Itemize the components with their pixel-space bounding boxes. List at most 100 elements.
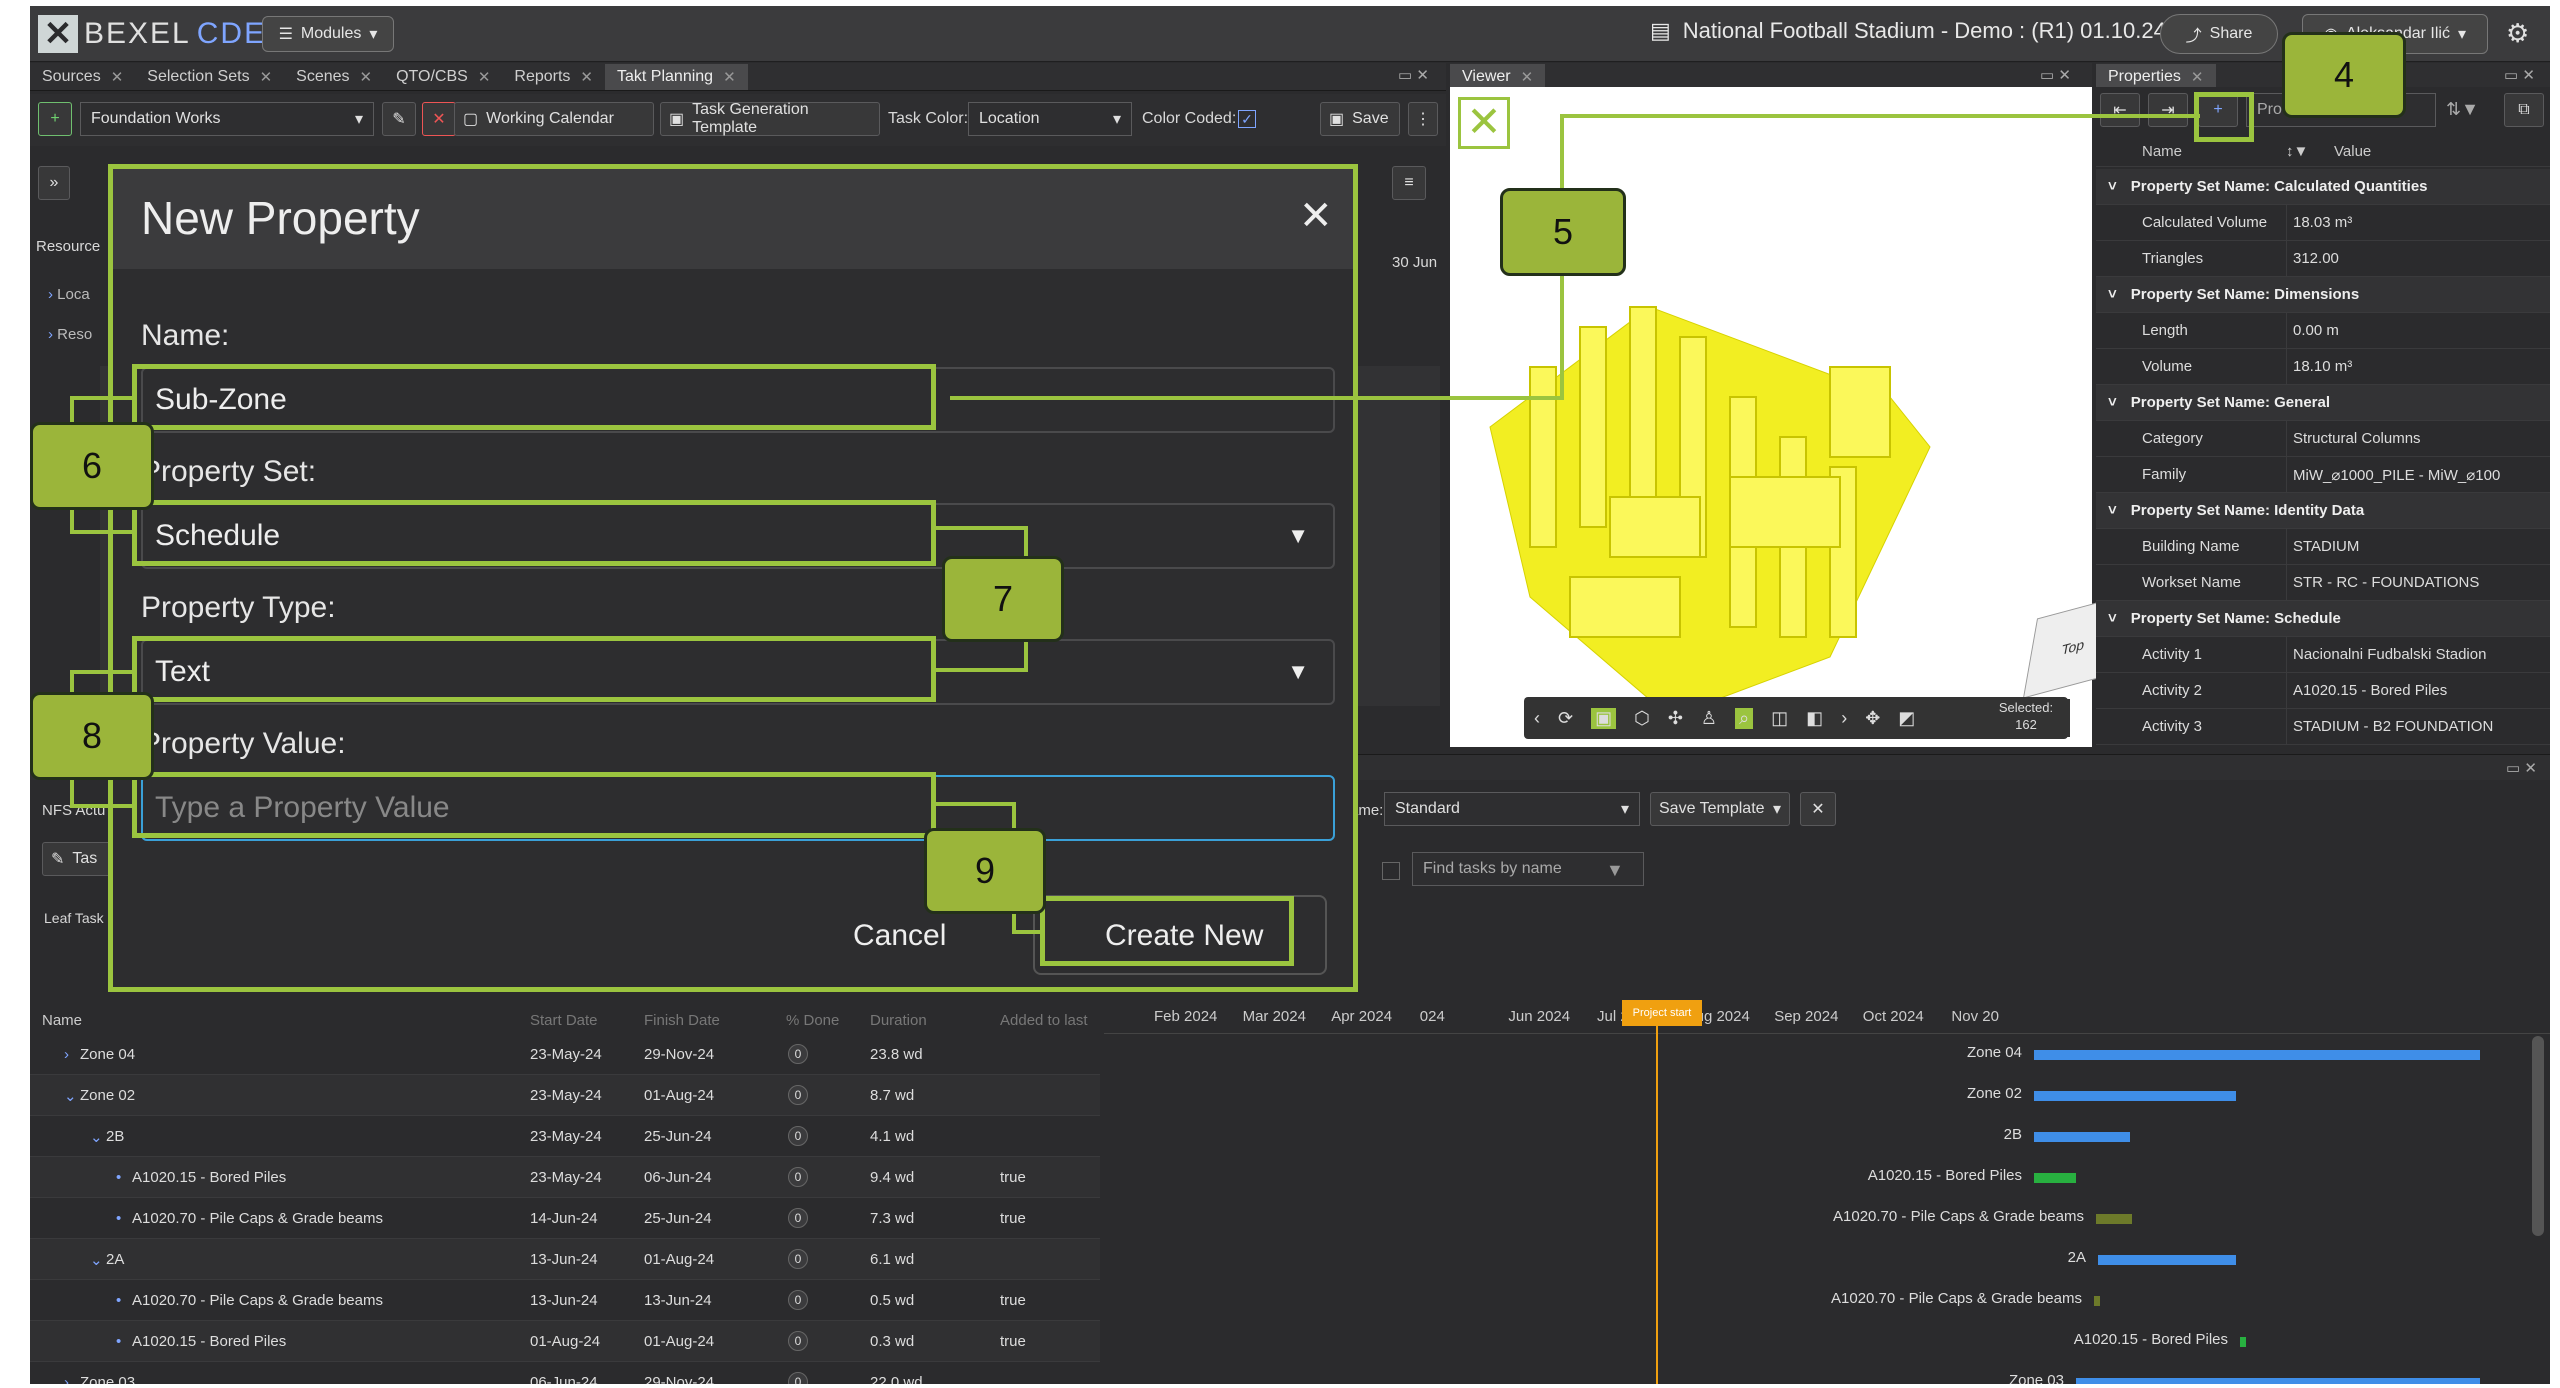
- task-row[interactable]: • A1020.15 - Bored Piles 23-May-24 06-Jun-2…: [30, 1157, 1100, 1198]
- property-group[interactable]: ˅ Property Set Name: Calculated Quantitie…: [2096, 169, 2550, 205]
- chevron-down-icon[interactable]: ˅: [2108, 610, 2117, 627]
- walk-icon[interactable]: ♙: [1701, 708, 1717, 729]
- property-row[interactable]: Category Structural Columns: [2096, 421, 2550, 457]
- task-row[interactable]: ⌄ 2A 13-Jun-24 01-Aug-24 6.1 wd 0: [30, 1239, 1100, 1280]
- viewer-panel-controls[interactable]: ▭ ✕: [2040, 66, 2071, 84]
- property-row[interactable]: Activity 1 Nacionalni Fudbalski Stadion: [2096, 637, 2550, 673]
- task-row[interactable]: • A1020.70 - Pile Caps & Grade beams 14-Ju…: [30, 1198, 1100, 1239]
- task-row[interactable]: • A1020.15 - Bored Piles 01-Aug-24 01-Aug-2…: [30, 1321, 1100, 1362]
- gantt-bar[interactable]: [2034, 1050, 2480, 1060]
- property-row[interactable]: Length 0.00 m: [2096, 313, 2550, 349]
- property-group[interactable]: ˅ Property Set Name: Schedule: [2096, 601, 2550, 637]
- box-icon[interactable]: ⬡: [1634, 708, 1650, 729]
- properties-panel-controls[interactable]: ▭ ✕: [2504, 66, 2535, 84]
- chevron-down-icon[interactable]: ˅: [2108, 286, 2117, 303]
- share-button[interactable]: ⤴ Share: [2160, 14, 2278, 54]
- gantt-bar[interactable]: [2034, 1132, 2130, 1142]
- collapse-all-icon[interactable]: ⇤: [2100, 93, 2140, 127]
- close-icon[interactable]: ✕: [111, 68, 124, 86]
- save-button[interactable]: ▣ Save: [1320, 102, 1400, 136]
- tab-sources[interactable]: Sources ✕: [30, 64, 135, 90]
- close-icon[interactable]: ✕: [360, 68, 373, 86]
- tree-item-resource[interactable]: › Reso: [48, 326, 92, 343]
- working-calendar-button[interactable]: ▢ Working Calendar: [454, 102, 654, 136]
- filter-icon[interactable]: ▼: [1606, 860, 1624, 881]
- tab-takt-planning[interactable]: Takt Planning ✕: [605, 63, 748, 90]
- template-select[interactable]: Standard ▾: [1384, 792, 1640, 826]
- property-row[interactable]: Family MiW_⌀1000_PILE - MiW_⌀100: [2096, 457, 2550, 493]
- close-icon[interactable]: ✕: [478, 68, 491, 86]
- task-template-button[interactable]: ▣ Task Generation Template: [660, 101, 880, 136]
- chevron-down-icon[interactable]: ⌄: [64, 1087, 77, 1105]
- modules-button[interactable]: ☰ Modules ▾: [262, 16, 394, 52]
- select-all-checkbox[interactable]: [1382, 862, 1400, 880]
- panel-controls[interactable]: ▭ ✕: [1398, 66, 1429, 84]
- menu-icon[interactable]: ≡: [1392, 166, 1426, 200]
- zoom-icon[interactable]: ⌕: [1735, 707, 1754, 729]
- gantt-bar[interactable]: [2098, 1255, 2236, 1265]
- chevron-down-icon[interactable]: ⌄: [90, 1251, 103, 1269]
- copy-icon[interactable]: ⧉: [2504, 93, 2544, 127]
- tab-reports[interactable]: Reports ✕: [502, 64, 605, 90]
- task-button[interactable]: ✎ Tas: [42, 842, 112, 876]
- property-row[interactable]: Calculated Volume 18.03 m³: [2096, 205, 2550, 241]
- chevron-left-icon[interactable]: ‹: [1534, 708, 1540, 729]
- visibility-icon[interactable]: ◧: [1806, 708, 1823, 729]
- color-coded-checkbox[interactable]: ✓: [1238, 110, 1256, 128]
- tab-viewer[interactable]: Viewer ✕: [1450, 63, 1546, 90]
- delete-icon[interactable]: ✕: [422, 102, 456, 136]
- close-icon[interactable]: ✕: [723, 68, 736, 86]
- more-icon[interactable]: ⋮: [1408, 102, 1438, 136]
- chevron-down-icon[interactable]: ˅: [2108, 178, 2117, 195]
- close-icon[interactable]: ✕: [580, 68, 593, 86]
- 3d-viewer[interactable]: ✕ Top ‹ ⟳ ▣ ⬡ ✣ ♙ ⌕ ◫ ◧ › ✥ ◩ Selected: …: [1450, 87, 2124, 747]
- tab-properties[interactable]: Properties ✕: [2096, 63, 2216, 90]
- lower-panel-controls[interactable]: ▭ ✕: [2506, 759, 2537, 777]
- tab-qto-cbs[interactable]: QTO/CBS ✕: [384, 64, 502, 90]
- chevron-right-icon[interactable]: ›: [64, 1046, 69, 1063]
- tab-scenes[interactable]: Scenes ✕: [284, 64, 384, 90]
- property-group[interactable]: ˅ Property Set Name: General: [2096, 385, 2550, 421]
- property-group[interactable]: ˅ Property Set Name: Identity Data: [2096, 493, 2550, 529]
- edit-icon[interactable]: ✎: [382, 102, 416, 136]
- sort-icon[interactable]: ↕▼: [2286, 143, 2308, 160]
- chevron-down-icon[interactable]: ⌄: [90, 1128, 103, 1146]
- task-row[interactable]: ⌄ 2B 23-May-24 25-Jun-24 4.1 wd 0: [30, 1116, 1100, 1157]
- gear-icon[interactable]: ⚙: [2506, 18, 2529, 49]
- property-row[interactable]: Building Name STADIUM: [2096, 529, 2550, 565]
- chevron-right-icon[interactable]: ›: [1841, 708, 1847, 729]
- schedule-select[interactable]: Foundation Works ▾: [80, 102, 374, 136]
- property-group[interactable]: ˅ Property Set Name: Dimensions: [2096, 277, 2550, 313]
- close-icon[interactable]: ✕: [2191, 68, 2204, 86]
- property-row[interactable]: Activity 3 STADIUM - B2 FOUNDATION: [2096, 709, 2550, 745]
- gantt-bar[interactable]: [2240, 1337, 2246, 1347]
- gantt-bar[interactable]: [2034, 1173, 2076, 1183]
- gantt-bar[interactable]: [2094, 1296, 2100, 1306]
- chevron-down-icon[interactable]: ˅: [2108, 502, 2117, 519]
- close-icon[interactable]: ✕: [1521, 68, 1534, 86]
- fit-icon[interactable]: ✥: [1865, 708, 1880, 729]
- gantt-bar[interactable]: [2076, 1378, 2480, 1384]
- property-row[interactable]: Triangles 312.00: [2096, 241, 2550, 277]
- tab-selection-sets[interactable]: Selection Sets ✕: [135, 64, 284, 90]
- explode-icon[interactable]: ✣: [1668, 708, 1683, 729]
- tree-item-location[interactable]: › Loca: [48, 286, 90, 303]
- screenshot-icon[interactable]: ◩: [1898, 708, 1915, 729]
- add-icon[interactable]: +: [38, 102, 72, 136]
- close-icon[interactable]: ✕: [260, 68, 273, 86]
- select-icon[interactable]: ▣: [1591, 707, 1617, 729]
- gantt-bar[interactable]: [2096, 1214, 2132, 1224]
- save-template-button[interactable]: Save Template ▾: [1650, 792, 1790, 826]
- orbit-icon[interactable]: ⟳: [1558, 708, 1573, 729]
- task-row[interactable]: › Zone 04 23-May-24 29-Nov-24 23.8 wd 0: [30, 1034, 1100, 1075]
- chevron-right-icon[interactable]: ›: [64, 1374, 69, 1384]
- task-row[interactable]: › Zone 03 06-Jun-24 29-Nov-24 22.0 wd 0: [30, 1362, 1100, 1384]
- expand-all-icon[interactable]: ⇥: [2148, 93, 2188, 127]
- filter-icon[interactable]: ⇅▼: [2446, 99, 2479, 120]
- task-row[interactable]: ⌄ Zone 02 23-May-24 01-Aug-24 8.7 wd 0: [30, 1075, 1100, 1116]
- property-row[interactable]: Activity 2 A1020.15 - Bored Piles: [2096, 673, 2550, 709]
- gantt-scrollbar[interactable]: [2532, 1036, 2544, 1236]
- collapse-icon[interactable]: »: [38, 166, 70, 200]
- task-color-select[interactable]: Location ▾: [968, 102, 1132, 136]
- close-icon[interactable]: ✕: [1800, 792, 1836, 826]
